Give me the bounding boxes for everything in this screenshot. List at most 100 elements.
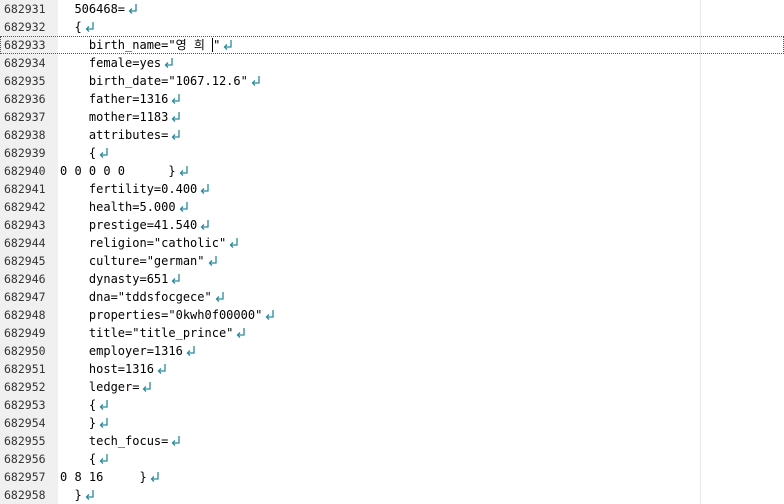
line-number: 682953	[4, 398, 46, 412]
line-text: 0 0 0 0 0 }	[60, 164, 176, 178]
editor-line[interactable]: 682952 ledger=	[0, 378, 784, 396]
line-text: title="title_prince"	[60, 326, 234, 340]
line-number: 682939	[4, 146, 46, 160]
line-content[interactable]: 0 8 16 }	[60, 468, 161, 486]
line-number: 682935	[4, 74, 46, 88]
line-content[interactable]: fertility=0.400	[60, 180, 211, 198]
crlf-arrow-icon	[127, 3, 139, 15]
line-text: health=5.000	[60, 200, 176, 214]
line-text: dynasty=651	[60, 272, 169, 286]
line-content[interactable]: 506468=	[60, 0, 139, 18]
editor-line[interactable]: 682955 tech_focus=	[0, 432, 784, 450]
line-content[interactable]: {	[60, 18, 96, 36]
editor-line[interactable]: 682948 properties="0kwh0f00000"	[0, 306, 784, 324]
line-content[interactable]: mother=1183	[60, 108, 182, 126]
editor-line[interactable]: 682940 0 0 0 0 0 }	[0, 162, 784, 180]
line-content[interactable]: birth_name="영 희 "	[60, 36, 234, 54]
crlf-arrow-icon	[214, 291, 226, 303]
editor-line[interactable]: 682932 {	[0, 18, 784, 36]
line-text-tail: "	[213, 38, 221, 52]
line-number: 682942	[4, 200, 46, 214]
editor-line[interactable]: 682938 attributes=	[0, 126, 784, 144]
editor-line[interactable]: 682954 }	[0, 414, 784, 432]
line-number: 682956	[4, 452, 46, 466]
line-content[interactable]: 0 0 0 0 0 }	[60, 162, 190, 180]
editor-line[interactable]: 682956 {	[0, 450, 784, 468]
line-text: tech_focus=	[60, 434, 169, 448]
line-text: culture="german"	[60, 254, 205, 268]
editor-line[interactable]: 682951 host=1316	[0, 360, 784, 378]
crlf-arrow-icon	[98, 147, 110, 159]
editor-line[interactable]: 682947 dna="tddsfocgece"	[0, 288, 784, 306]
line-text: prestige=41.540	[60, 218, 198, 232]
crlf-arrow-icon	[199, 219, 211, 231]
editor-line[interactable]: 682950 employer=1316	[0, 342, 784, 360]
line-text: 0 8 16 }	[60, 470, 147, 484]
line-content[interactable]: ledger=	[60, 378, 153, 396]
editor-line[interactable]: 682958 }	[0, 486, 784, 504]
line-content[interactable]: dynasty=651	[60, 270, 182, 288]
editor-line[interactable]: 682941 fertility=0.400	[0, 180, 784, 198]
line-text: 506468=	[60, 2, 126, 16]
editor-line[interactable]: 682934 female=yes	[0, 54, 784, 72]
line-text: {	[60, 398, 97, 412]
editor-line[interactable]: 682957 0 8 16 }	[0, 468, 784, 486]
line-number: 682943	[4, 218, 46, 232]
editor-line[interactable]: 682944 religion="catholic"	[0, 234, 784, 252]
current-line[interactable]: 682933 birth_name="영 희 "	[0, 36, 784, 54]
editor-line[interactable]: 682936 father=1316	[0, 90, 784, 108]
editor-line[interactable]: 682935 birth_date="1067.12.6"	[0, 72, 784, 90]
line-content[interactable]: culture="german"	[60, 252, 219, 270]
line-number: 682944	[4, 236, 46, 250]
line-text: properties="0kwh0f00000"	[60, 308, 263, 322]
editor-line[interactable]: 682949 title="title_prince"	[0, 324, 784, 342]
line-content[interactable]: female=yes	[60, 54, 175, 72]
line-text: father=1316	[60, 92, 169, 106]
crlf-arrow-icon	[84, 489, 96, 501]
line-content[interactable]: religion="catholic"	[60, 234, 240, 252]
editor-line[interactable]: 682939 {	[0, 144, 784, 162]
line-number: 682954	[4, 416, 46, 430]
editor-line[interactable]: 682953 {	[0, 396, 784, 414]
line-content[interactable]: attributes=	[60, 126, 182, 144]
line-content[interactable]: {	[60, 450, 110, 468]
crlf-arrow-icon	[178, 201, 190, 213]
line-content[interactable]: {	[60, 396, 110, 414]
editor-line[interactable]: 682946 dynasty=651	[0, 270, 784, 288]
line-content[interactable]: host=1316	[60, 360, 168, 378]
editor-line[interactable]: 682931 506468=	[0, 0, 784, 18]
crlf-arrow-icon	[199, 183, 211, 195]
editor-line[interactable]: 682945 culture="german"	[0, 252, 784, 270]
line-number: 682951	[4, 362, 46, 376]
crlf-arrow-icon	[141, 381, 153, 393]
line-number: 682940	[4, 164, 46, 178]
line-number: 682937	[4, 110, 46, 124]
line-content[interactable]: properties="0kwh0f00000"	[60, 306, 276, 324]
line-number: 682949	[4, 326, 46, 340]
line-text: mother=1183	[60, 110, 169, 124]
line-content[interactable]: }	[60, 486, 96, 504]
line-content[interactable]: prestige=41.540	[60, 216, 211, 234]
line-text: {	[60, 20, 82, 34]
line-number: 682947	[4, 290, 46, 304]
line-content[interactable]: }	[60, 414, 110, 432]
editor-line[interactable]: 682942 health=5.000	[0, 198, 784, 216]
line-content[interactable]: father=1316	[60, 90, 182, 108]
line-content[interactable]: birth_date="1067.12.6"	[60, 72, 262, 90]
line-content[interactable]: health=5.000	[60, 198, 190, 216]
editor-lines[interactable]: 682931 506468= 682932 {682933 birth_name=…	[0, 0, 784, 504]
crlf-arrow-icon	[84, 21, 96, 33]
editor-line[interactable]: 682937 mother=1183	[0, 108, 784, 126]
line-content[interactable]: employer=1316	[60, 342, 197, 360]
editor-line[interactable]: 682943 prestige=41.540	[0, 216, 784, 234]
line-text: dna="tddsfocgece"	[60, 290, 212, 304]
line-content[interactable]: {	[60, 144, 110, 162]
line-text: {	[60, 146, 97, 160]
line-content[interactable]: dna="tddsfocgece"	[60, 288, 226, 306]
line-number: 682938	[4, 128, 46, 142]
text-editor[interactable]: 682931 506468= 682932 {682933 birth_name=…	[0, 0, 784, 504]
line-text: employer=1316	[60, 344, 183, 358]
line-text: host=1316	[60, 362, 154, 376]
line-content[interactable]: tech_focus=	[60, 432, 182, 450]
line-content[interactable]: title="title_prince"	[60, 324, 247, 342]
